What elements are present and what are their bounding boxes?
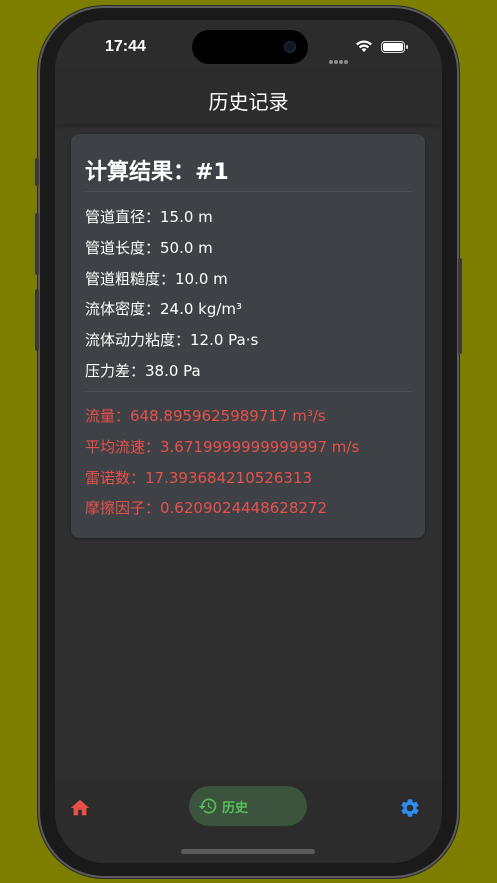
input-row-roughness: 管道粗糙度：10.0 m — [85, 270, 228, 288]
gear-icon[interactable] — [399, 797, 421, 819]
result-card: 计算结果：#1 管道直径：15.0 m 管道长度：50.0 m 管道粗糙度：10… — [71, 134, 425, 538]
input-row-length: 管道长度：50.0 m — [85, 239, 213, 257]
input-row-density: 流体密度：24.0 kg/m³ — [85, 300, 243, 318]
nav-item-label: 历史 — [222, 801, 249, 816]
divider — [85, 391, 411, 392]
status-time: 17:44 — [105, 38, 146, 55]
input-row-viscosity: 流体动力粘度：12.0 Pa·s — [85, 331, 259, 349]
app-bar: 历史记录 — [55, 72, 442, 124]
camera-icon — [284, 41, 296, 53]
result-row-velocity: 平均流速：3.6719999999999997 m/s — [85, 438, 360, 456]
result-row-flow: 流量：648.8959625989717 m³/s — [85, 407, 326, 425]
screen: 17:44 历史记录 计算结果：#1 管道直径：15.0 m 管道长度：50.0… — [55, 20, 442, 863]
home-icon[interactable] — [69, 797, 91, 819]
divider — [85, 191, 411, 192]
side-button — [458, 258, 462, 354]
signal-icon — [329, 49, 349, 68]
home-indicator — [181, 849, 315, 854]
result-row-reynolds: 雷诺数：17.393684210526313 — [85, 469, 313, 487]
side-button — [35, 289, 39, 351]
side-button — [35, 158, 39, 186]
page-title: 历史记录 — [208, 90, 289, 114]
status-bar: 17:44 — [55, 20, 442, 72]
input-row-diameter: 管道直径：15.0 m — [85, 208, 213, 226]
history-icon — [198, 798, 217, 814]
result-row-friction: 摩擦因子：0.6209024448628272 — [85, 499, 328, 517]
dynamic-island — [192, 30, 308, 64]
wifi-icon — [356, 40, 372, 52]
input-row-pressure: 压力差：38.0 Pa — [85, 362, 201, 380]
battery-icon — [381, 41, 408, 53]
nav-item-history[interactable]: 历史 — [189, 786, 307, 826]
card-title: 计算结果：#1 — [85, 160, 229, 185]
side-button — [35, 213, 39, 275]
